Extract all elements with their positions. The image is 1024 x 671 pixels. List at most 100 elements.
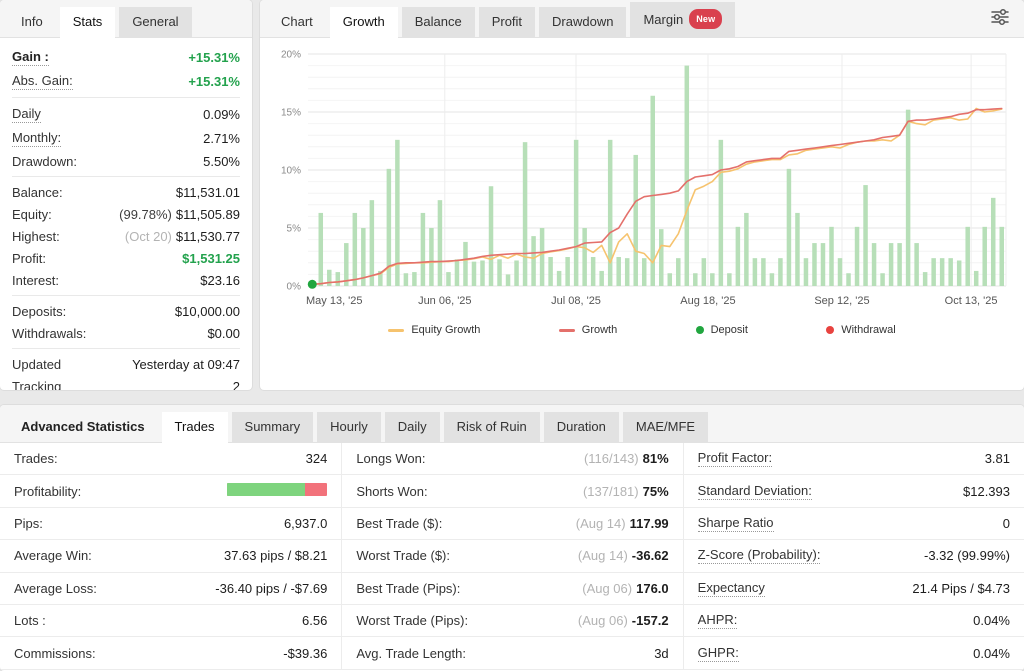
- profit-bar: [412, 272, 417, 286]
- stat-label-average-win: Average Win:: [14, 548, 92, 563]
- legend-swatch-equity-growth: [388, 329, 404, 332]
- chart-settings-icon[interactable]: [990, 7, 1016, 37]
- y-axis-label: 0%: [287, 282, 302, 293]
- stat-row-ahpr: AHPR: 0.04%: [684, 605, 1024, 637]
- stat-value-avg-trade-length: 3d: [654, 646, 668, 661]
- tab-label-daily: Daily: [398, 419, 427, 434]
- stat-label-sharpe-ratio[interactable]: Sharpe Ratio: [698, 515, 774, 532]
- info-tabs: Info StatsGeneral: [8, 7, 192, 37]
- profit-bar: [455, 259, 460, 286]
- stat-label-standard-deviation[interactable]: Standard Deviation:: [698, 483, 812, 500]
- stat-row-average-loss: Average Loss:-36.40 pips / -$7.69: [0, 573, 341, 605]
- profit-bar: [429, 228, 434, 286]
- stat-amount-abs-gain: +15.31%: [188, 74, 240, 89]
- stat-prefix-highest: (Oct 20): [125, 229, 172, 244]
- stat-label-deposits: Deposits:: [12, 304, 66, 319]
- stat-label-abs-gain[interactable]: Abs. Gain:: [12, 73, 73, 90]
- legend-swatch-deposit: [696, 326, 704, 334]
- stat-amount-z-score-probability: -3.32 (99.99%): [924, 548, 1010, 563]
- stat-label-z-score-probability[interactable]: Z-Score (Probability):: [698, 547, 821, 564]
- tab-summary[interactable]: Summary: [232, 412, 314, 442]
- tab-drawdown[interactable]: Drawdown: [539, 7, 626, 37]
- profit-bar: [778, 258, 783, 286]
- tab-trades[interactable]: Trades: [162, 412, 228, 443]
- chart-tabstrip: Chart Growth BalanceProfitDrawdownMarginNe…: [260, 0, 1024, 38]
- stat-label-expectancy[interactable]: Expectancy: [698, 580, 765, 597]
- stat-value-updated: Yesterday at 09:47: [132, 357, 240, 372]
- stat-amount-balance: $11,531.01: [176, 185, 240, 200]
- x-axis-label: Oct 13, '25: [945, 295, 998, 307]
- stat-label-worst-trade-pips: Worst Trade (Pips):: [356, 613, 468, 628]
- stat-amount-highest: $11,530.77: [176, 229, 240, 244]
- legend-label-withdrawal: Withdrawal: [841, 324, 895, 336]
- stat-row-best-trade: Best Trade ($):(Aug 14)117.99: [342, 508, 682, 540]
- profit-bar: [821, 243, 826, 286]
- stat-amount-average-win: 37.63 pips / $8.21: [224, 548, 327, 563]
- tab-label-risk-of-ruin: Risk of Ruin: [457, 419, 527, 434]
- stat-row-deposits: Deposits:$10,000.00: [12, 300, 240, 322]
- profit-bar: [897, 243, 902, 286]
- legend-swatch-growth: [559, 329, 575, 332]
- tab-daily[interactable]: Daily: [385, 412, 440, 442]
- stat-amount-tracking: 2: [233, 379, 240, 391]
- x-axis-label: Aug 18, '25: [680, 295, 735, 307]
- stat-label-monthly[interactable]: Monthly:: [12, 130, 61, 147]
- stats-section-4: UpdatedYesterday at 09:47Tracking2: [12, 349, 240, 390]
- stat-label-ghpr[interactable]: GHPR:: [698, 645, 739, 662]
- stat-value-ghpr: 0.04%: [973, 646, 1010, 661]
- profit-bar: [370, 200, 375, 286]
- tab-duration[interactable]: Duration: [544, 412, 619, 442]
- stat-row-standard-deviation: Standard Deviation: $12.393: [684, 475, 1024, 507]
- tab-general[interactable]: General: [119, 7, 191, 37]
- profit-bar: [710, 273, 715, 286]
- tab-risk-of-ruin[interactable]: Risk of Ruin: [444, 412, 540, 442]
- stat-amount-best-trade: 117.99: [630, 516, 669, 531]
- tab-balance[interactable]: Balance: [402, 7, 475, 37]
- profit-bar: [472, 262, 477, 286]
- stat-label-worst-trade: Worst Trade ($):: [356, 548, 450, 563]
- stats-column-1: Longs Won:(116/143)81%Shorts Won:(137/18…: [341, 443, 682, 670]
- tab-profit[interactable]: Profit: [479, 7, 535, 37]
- profit-bar: [923, 272, 928, 286]
- tab-chart[interactable]: Chart: [268, 7, 326, 37]
- tab-hourly[interactable]: Hourly: [317, 412, 381, 442]
- profit-bar: [795, 213, 800, 286]
- profit-bar: [327, 270, 332, 286]
- stat-row-withdrawals: Withdrawals:$0.00: [12, 322, 240, 344]
- stat-value-ahpr: 0.04%: [973, 613, 1010, 628]
- profit-bar: [463, 242, 468, 286]
- tab-stats[interactable]: Stats: [60, 7, 116, 38]
- tab-info[interactable]: Info: [8, 7, 56, 37]
- stat-label-daily[interactable]: Daily: [12, 106, 41, 123]
- stat-prefix-best-trade: (Aug 14): [576, 516, 626, 531]
- profit-bar: [685, 66, 690, 286]
- profit-bar: [744, 213, 749, 286]
- x-axis-label: May 13, '25: [306, 295, 363, 307]
- stat-label-gain[interactable]: Gain :: [12, 49, 49, 66]
- profit-bar: [982, 227, 987, 286]
- tab-mae-mfe[interactable]: MAE/MFE: [623, 412, 708, 442]
- tab-margin[interactable]: MarginNew: [630, 2, 735, 37]
- profit-bar: [574, 140, 579, 286]
- stat-label-ahpr[interactable]: AHPR:: [698, 612, 738, 629]
- stat-value-highest: (Oct 20) $11,530.77: [125, 229, 240, 244]
- stat-row-tracking: Tracking2: [12, 375, 240, 390]
- stat-value-tracking: 2: [233, 379, 240, 391]
- profit-bar: [659, 229, 664, 286]
- profit-bar: [404, 273, 409, 286]
- tab-label-info: Info: [21, 14, 43, 29]
- tab-label-advanced-statistics: Advanced Statistics: [21, 419, 145, 434]
- stat-value-expectancy: 21.4 Pips / $4.73: [912, 581, 1010, 596]
- tab-label-growth: Growth: [343, 14, 385, 29]
- tab-growth[interactable]: Growth: [330, 7, 398, 38]
- stat-value-gain: +15.31%: [188, 50, 240, 65]
- stat-value-monthly: 2.71%: [203, 131, 240, 146]
- profit-bar: [625, 258, 630, 286]
- stat-label-lots: Lots :: [14, 613, 46, 628]
- stats-section-2: Balance:$11,531.01Equity:(99.78%)$11,505…: [12, 177, 240, 296]
- stat-row-balance: Balance:$11,531.01: [12, 181, 240, 203]
- chart-area: 0%5%10%15%20%May 13, '25Jun 06, '25Jul 0…: [260, 38, 1024, 314]
- stat-row-pips: Pips:6,937.0: [0, 508, 341, 540]
- stat-value-standard-deviation: $12.393: [963, 484, 1010, 499]
- stat-label-profit-factor[interactable]: Profit Factor:: [698, 450, 772, 467]
